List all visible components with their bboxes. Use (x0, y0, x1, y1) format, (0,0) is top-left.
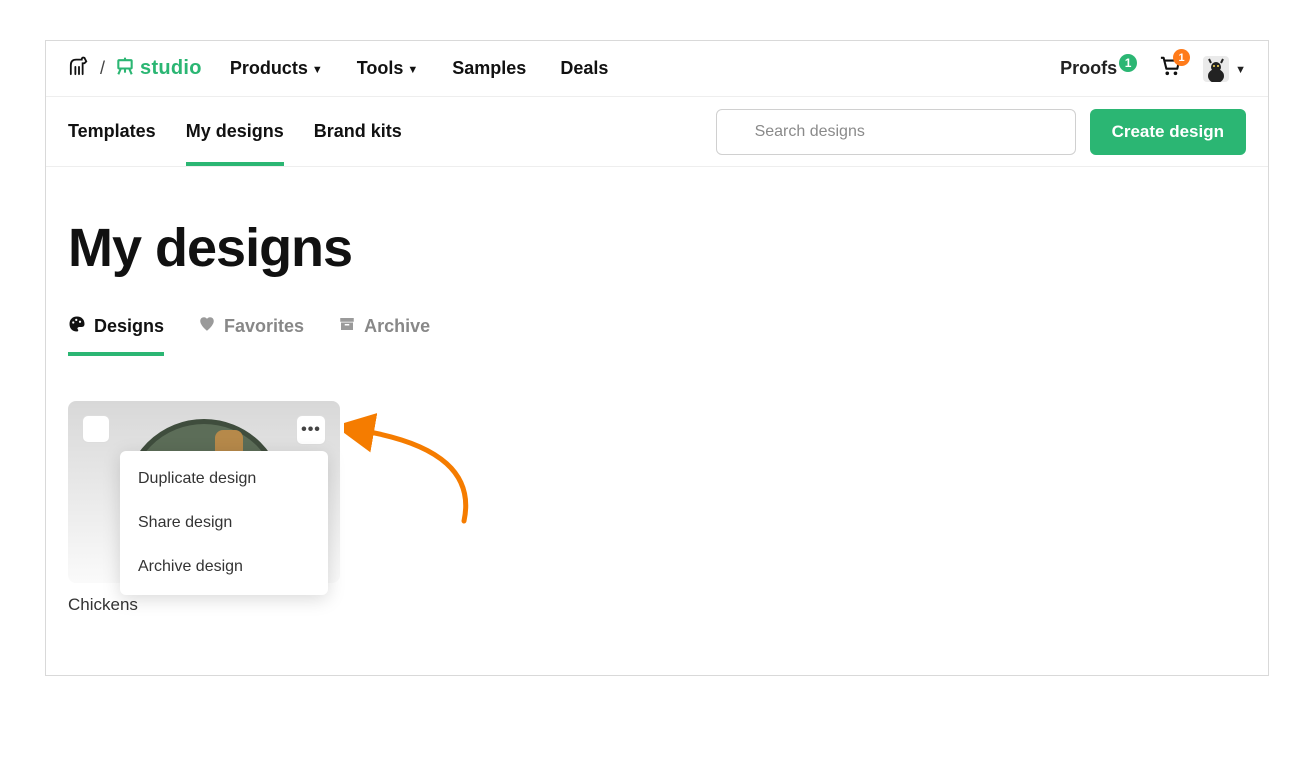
tab-templates-label: Templates (68, 121, 156, 142)
filter-designs[interactable]: Designs (68, 315, 164, 356)
nav-tools-label: Tools (357, 58, 404, 79)
page-title: My designs (68, 217, 1246, 279)
filter-favorites-label: Favorites (224, 316, 304, 337)
proofs-link[interactable]: Proofs 1 (1060, 58, 1137, 79)
sub-nav-right: Create design (716, 109, 1246, 155)
nav-samples-label: Samples (452, 58, 526, 79)
tab-brand-kits-label: Brand kits (314, 121, 402, 142)
top-nav-right: Proofs 1 1 (1060, 56, 1246, 82)
design-select-checkbox[interactable] (82, 415, 110, 443)
content-area: My designs Designs Favorites Archive (46, 167, 1268, 675)
top-nav: / studio Products ▼ (46, 41, 1268, 97)
design-context-menu: Duplicate design Share design Archive de… (120, 451, 328, 595)
design-grid: ••• Duplicate design Share design Archiv… (68, 401, 1246, 615)
search-wrap (716, 109, 1076, 155)
filter-archive[interactable]: Archive (338, 315, 430, 356)
caret-down-icon: ▼ (407, 64, 418, 76)
archive-icon (338, 315, 356, 338)
annotation-arrow-icon (344, 391, 544, 531)
sub-nav-tabs: Templates My designs Brand kits (68, 97, 402, 166)
caret-down-icon: ▼ (312, 64, 323, 76)
account-menu[interactable]: ▼ (1203, 56, 1246, 82)
nav-samples[interactable]: Samples (452, 58, 526, 79)
cart-button[interactable]: 1 (1159, 56, 1181, 81)
ellipsis-icon: ••• (301, 421, 321, 439)
cart-count-badge: 1 (1173, 49, 1190, 66)
menu-archive-design[interactable]: Archive design (120, 545, 328, 589)
palette-icon (68, 315, 86, 338)
caret-down-icon: ▼ (1235, 64, 1246, 76)
nav-products[interactable]: Products ▼ (230, 58, 323, 79)
filter-designs-label: Designs (94, 316, 164, 337)
tab-my-designs-label: My designs (186, 121, 284, 142)
menu-duplicate-design[interactable]: Duplicate design (120, 457, 328, 501)
brand-separator: / (100, 58, 105, 79)
app-frame: / studio Products ▼ (45, 40, 1269, 676)
tab-my-designs[interactable]: My designs (186, 97, 284, 166)
filter-tabs: Designs Favorites Archive (68, 315, 1246, 357)
nav-tools[interactable]: Tools ▼ (357, 58, 419, 79)
design-more-button[interactable]: ••• (296, 415, 326, 445)
nav-deals-label: Deals (560, 58, 608, 79)
heart-icon (198, 315, 216, 338)
brand-studio[interactable]: studio (115, 56, 202, 82)
proofs-label: Proofs (1060, 58, 1117, 79)
brand[interactable]: / studio (68, 56, 202, 82)
horse-logo-icon (68, 56, 90, 81)
tab-templates[interactable]: Templates (68, 97, 156, 166)
tab-brand-kits[interactable]: Brand kits (314, 97, 402, 166)
filter-favorites[interactable]: Favorites (198, 315, 304, 356)
easel-icon (115, 56, 135, 82)
nav-deals[interactable]: Deals (560, 58, 608, 79)
proofs-count-badge: 1 (1119, 54, 1137, 72)
menu-share-design[interactable]: Share design (120, 501, 328, 545)
top-nav-links: Products ▼ Tools ▼ Samples Deals (230, 58, 609, 79)
avatar-icon (1203, 56, 1229, 82)
create-design-button[interactable]: Create design (1090, 109, 1246, 155)
brand-studio-label: studio (140, 57, 202, 80)
sub-nav: Templates My designs Brand kits Create d… (46, 97, 1268, 167)
nav-products-label: Products (230, 58, 308, 79)
design-title: Chickens (68, 595, 1246, 615)
filter-archive-label: Archive (364, 316, 430, 337)
search-input[interactable] (716, 109, 1076, 155)
design-card[interactable]: ••• Duplicate design Share design Archiv… (68, 401, 340, 583)
